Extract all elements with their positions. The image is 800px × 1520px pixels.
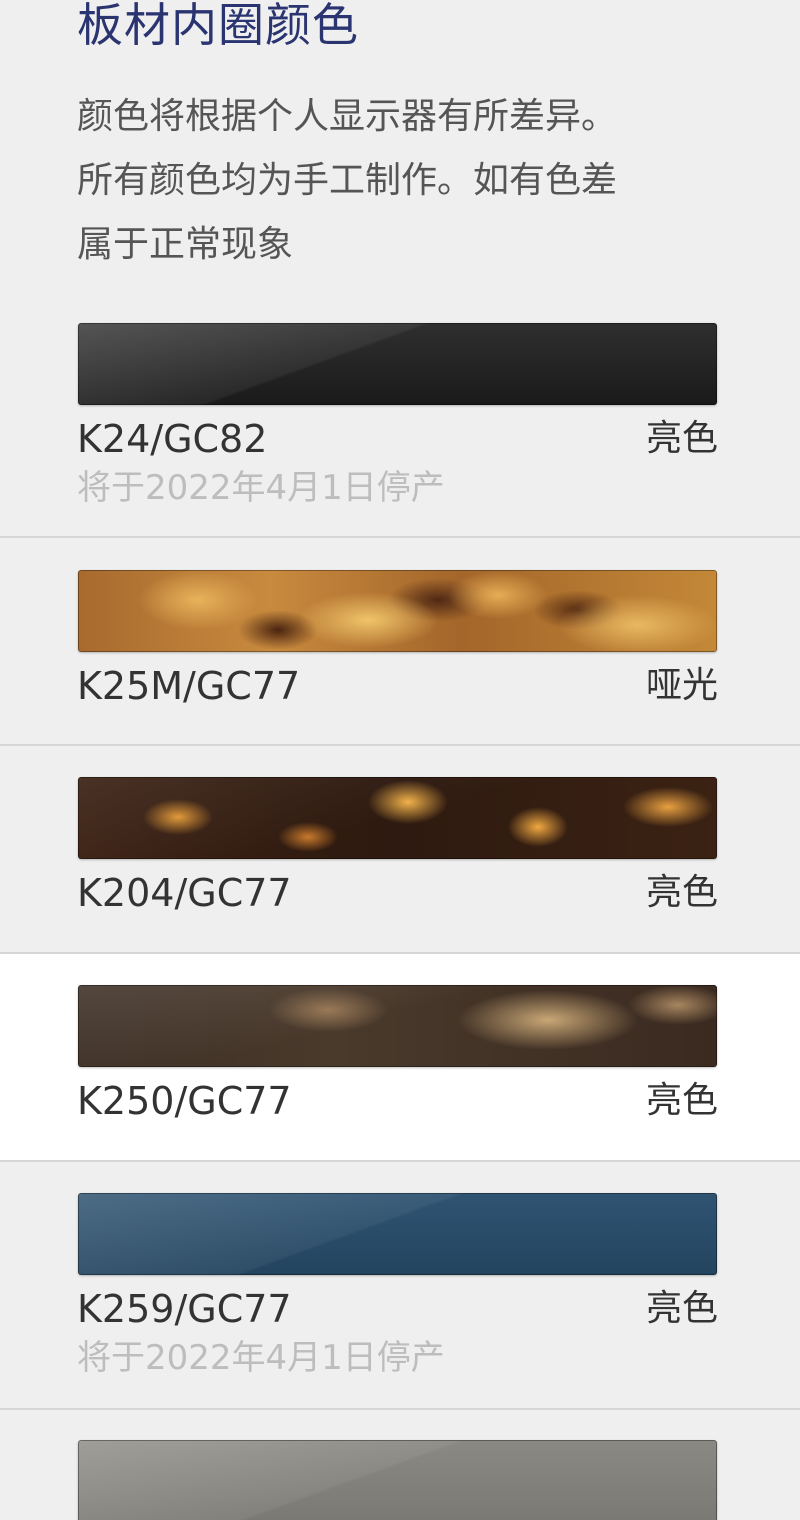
color-option-k204[interactable]: K204/GC77 亮色 [0, 746, 800, 954]
color-swatch[interactable] [78, 570, 717, 652]
disclaimer-line: 属于正常现象 [77, 224, 294, 265]
color-options-page: 板材内圈颜色 颜色将根据个人显示器有所差异。 所有颜色均为手工制作。如有色差 属… [0, 0, 800, 1520]
color-code: K250/GC77 [77, 1079, 292, 1123]
color-swatch[interactable] [78, 1193, 717, 1275]
color-code: K204/GC77 [77, 871, 292, 915]
disclaimer-line: 所有颜色均为手工制作。如有色差 [77, 160, 618, 201]
disclaimer-line: 颜色将根据个人显示器有所差异。 [77, 96, 618, 137]
color-code: K259/GC77 [77, 1287, 292, 1331]
color-swatch[interactable] [78, 323, 717, 405]
finish-label: 哑光 [645, 665, 718, 706]
finish-label: 亮色 [645, 872, 718, 913]
color-option-k24[interactable]: K24/GC82 亮色 将于2022年4月1日停产 [0, 290, 800, 538]
color-option-grey[interactable] [0, 1410, 800, 1520]
color-option-k250[interactable]: K250/GC77 亮色 [0, 954, 800, 1162]
finish-label: 亮色 [645, 1288, 718, 1329]
finish-label: 亮色 [645, 418, 718, 459]
color-option-k25m[interactable]: K25M/GC77 哑光 [0, 538, 800, 746]
color-disclaimer: 颜色将根据个人显示器有所差异。 所有颜色均为手工制作。如有色差 属于正常现象 [77, 85, 737, 277]
color-swatch[interactable] [78, 1440, 717, 1520]
page-title: 板材内圈颜色 [77, 0, 359, 52]
color-swatch[interactable] [78, 777, 717, 859]
color-code: K24/GC82 [77, 417, 268, 461]
discontinued-note: 将于2022年4月1日停产 [77, 468, 445, 508]
color-option-k259[interactable]: K259/GC77 亮色 将于2022年4月1日停产 [0, 1162, 800, 1410]
finish-label: 亮色 [645, 1080, 718, 1121]
discontinued-note: 将于2022年4月1日停产 [77, 1338, 445, 1378]
color-code: K25M/GC77 [77, 664, 301, 708]
color-swatch[interactable] [78, 985, 717, 1067]
